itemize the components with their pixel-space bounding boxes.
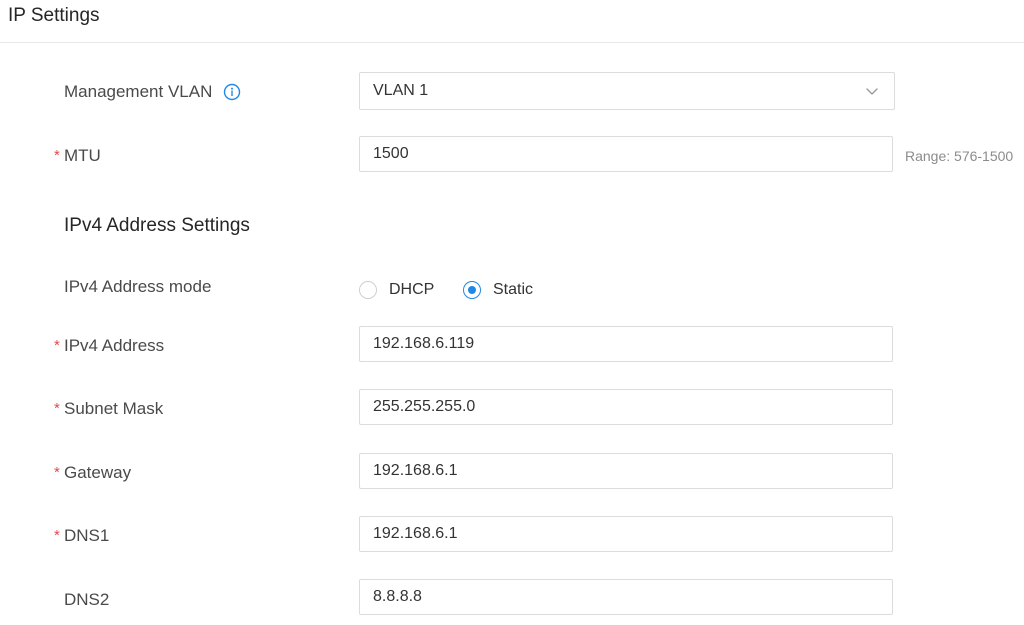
section-header: IP Settings <box>0 0 1024 43</box>
dns2-row: DNS2 <box>0 579 1024 619</box>
gateway-row: * Gateway <box>0 453 1024 493</box>
ipv4-address-row: * IPv4 Address <box>0 326 1024 366</box>
gateway-input[interactable] <box>359 453 893 489</box>
mtu-row: * MTU Range: 576-1500 <box>0 136 1024 176</box>
required-marker: * <box>54 147 60 164</box>
chevron-down-icon <box>866 88 878 95</box>
dns1-label: DNS1 <box>64 526 110 545</box>
dns1-row: * DNS1 <box>0 516 1024 556</box>
required-marker: * <box>54 400 60 417</box>
mtu-label: MTU <box>64 146 101 165</box>
dns2-input[interactable] <box>359 579 893 615</box>
radio-dhcp[interactable]: DHCP <box>359 279 434 301</box>
subnet-mask-label: Subnet Mask <box>64 399 164 418</box>
radio-static[interactable]: Static <box>463 279 533 301</box>
radio-static-circle[interactable] <box>463 281 481 299</box>
mtu-input[interactable] <box>359 136 893 172</box>
mtu-range-hint: Range: 576-1500 <box>905 148 1014 164</box>
subnet-mask-row: * Subnet Mask <box>0 389 1024 429</box>
radio-dhcp-label: DHCP <box>389 281 435 298</box>
section-title: IP Settings <box>8 5 100 26</box>
dns2-label: DNS2 <box>64 590 110 609</box>
ipv4-mode-row: IPv4 Address mode DHCP Static <box>0 274 1024 314</box>
required-marker: * <box>54 527 60 544</box>
ipv4-mode-label: IPv4 Address mode <box>64 277 212 296</box>
required-marker: * <box>54 464 60 481</box>
dns1-input[interactable] <box>359 516 893 552</box>
radio-static-label: Static <box>493 281 534 298</box>
management-vlan-label: Management VLAN <box>64 82 213 101</box>
radio-dhcp-circle[interactable] <box>359 281 377 299</box>
management-vlan-value: VLAN 1 <box>373 82 429 99</box>
management-vlan-select[interactable]: VLAN 1 <box>359 72 895 110</box>
ip-settings-page: IP Settings Management VLAN VLAN 1 * MTU… <box>0 0 1024 625</box>
ipv4-address-input[interactable] <box>359 326 893 362</box>
info-icon[interactable] <box>223 83 241 101</box>
gateway-label: Gateway <box>64 463 132 482</box>
required-marker: * <box>54 337 60 354</box>
subnet-mask-input[interactable] <box>359 389 893 425</box>
ipv4-settings-title: IPv4 Address Settings <box>64 215 250 236</box>
management-vlan-row: Management VLAN VLAN 1 <box>0 72 1024 112</box>
ipv4-address-label: IPv4 Address <box>64 336 165 355</box>
